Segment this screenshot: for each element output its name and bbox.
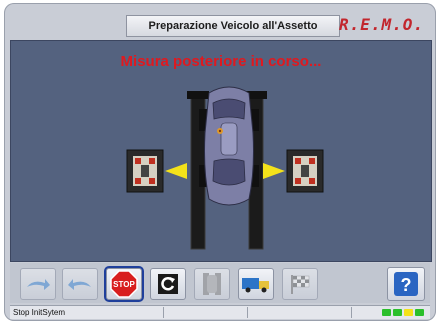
refresh-icon (158, 274, 178, 294)
refresh-button[interactable] (150, 268, 186, 300)
indicator-led (415, 309, 424, 316)
bottom-toolbar: STOP ? (10, 263, 430, 303)
status-bar: Stop InitSytem (10, 305, 430, 319)
truck-icon (242, 278, 269, 293)
header-bar: Preparazione Veicolo all'Assetto R.E.M.O… (10, 9, 432, 39)
forward-arrow-icon (27, 279, 50, 290)
status-cell-empty-2 (248, 307, 352, 318)
measurement-scene: Misura posteriore in corso... (10, 40, 432, 262)
back-arrow-icon (68, 279, 91, 290)
right-beam-arrow (263, 163, 285, 179)
car-setup-button[interactable] (194, 268, 230, 300)
indicator-led (404, 309, 413, 316)
left-beam-arrow (165, 163, 187, 179)
status-text: Stop InitSytem (10, 307, 164, 318)
forward-button[interactable] (20, 268, 56, 300)
help-question-icon: ? (394, 272, 418, 296)
back-button[interactable] (62, 268, 98, 300)
vehicle-diagram (126, 86, 324, 250)
indicator-led (382, 309, 391, 316)
status-cell-empty (164, 307, 248, 318)
stop-label: STOP (113, 280, 135, 289)
car-setup-icon (203, 273, 221, 295)
finish-flag-button[interactable] (282, 268, 318, 300)
page-title: Preparazione Veicolo all'Assetto (126, 15, 340, 37)
stop-sign-icon: STOP (110, 270, 138, 298)
remo-logo: R.E.M.O. (338, 15, 424, 34)
status-message: Misura posteriore in corso... (120, 53, 322, 70)
checkered-flag-icon (291, 275, 310, 294)
right-sensor-head (286, 149, 324, 193)
stop-button[interactable]: STOP (104, 266, 144, 302)
help-button[interactable]: ? (387, 267, 425, 301)
connection-indicator (382, 309, 430, 316)
indicator-led (393, 309, 402, 316)
truck-button[interactable] (238, 268, 274, 300)
help-label: ? (401, 275, 412, 295)
left-sensor-head (126, 149, 164, 193)
